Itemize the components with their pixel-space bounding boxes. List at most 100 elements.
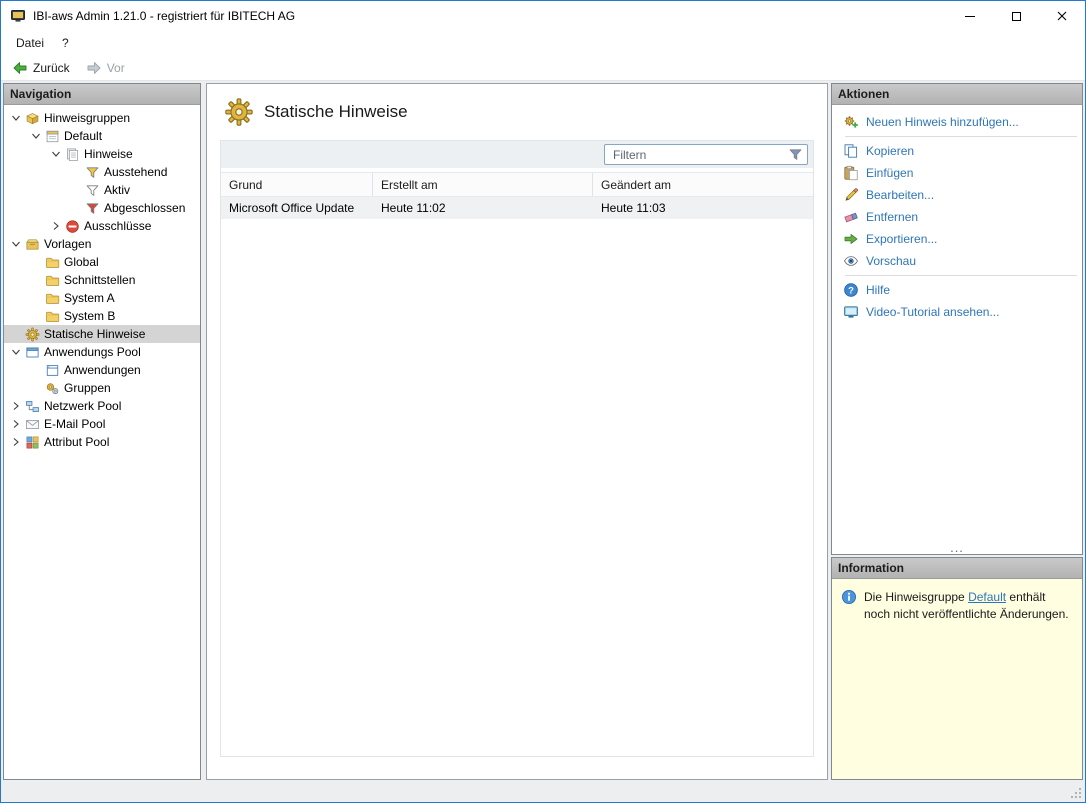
maximize-button[interactable] bbox=[993, 1, 1039, 31]
chevron-spacer bbox=[28, 380, 44, 396]
minimize-button[interactable] bbox=[947, 1, 993, 31]
cell-geaendert-am: Heute 11:03 bbox=[593, 201, 813, 215]
workspace: Navigation HinweisgruppenDefaultHinweise… bbox=[1, 81, 1085, 781]
default-group-link[interactable]: Default bbox=[968, 590, 1006, 604]
gear-icon bbox=[24, 326, 40, 342]
app-window: IBI-aws Admin 1.21.0 - registriert für I… bbox=[0, 0, 1086, 803]
action-label: Bearbeiten... bbox=[866, 188, 934, 202]
tree-item-e-mail-pool[interactable]: E-Mail Pool bbox=[4, 415, 200, 433]
menu-item-datei[interactable]: Datei bbox=[7, 31, 53, 55]
tree-item-statische-hinweise[interactable]: Statische Hinweise bbox=[4, 325, 200, 343]
notice-group-icon bbox=[24, 110, 40, 126]
tree-item-ausschluesse[interactable]: Ausschlüsse bbox=[4, 217, 200, 235]
chevron-right-icon[interactable] bbox=[8, 416, 24, 432]
chevron-down-icon[interactable] bbox=[8, 236, 24, 252]
action-einfuegen[interactable]: Einfügen bbox=[832, 162, 1082, 184]
action-entfernen[interactable]: Entfernen bbox=[832, 206, 1082, 228]
chevron-right-icon[interactable] bbox=[8, 398, 24, 414]
templates-icon bbox=[24, 236, 40, 252]
tree-item-ausstehend[interactable]: Ausstehend bbox=[4, 163, 200, 181]
paste-icon bbox=[843, 165, 859, 181]
tree-item-schnittstellen[interactable]: Schnittstellen bbox=[4, 271, 200, 289]
back-button-label: Zurück bbox=[33, 61, 70, 75]
funnel-yellow-icon bbox=[84, 164, 100, 180]
tree-item-label: Anwendungs Pool bbox=[44, 345, 141, 359]
action-video-tutorial-ansehen[interactable]: Video-Tutorial ansehen... bbox=[832, 301, 1082, 323]
tree-item-label: Schnittstellen bbox=[64, 273, 135, 287]
navigation-panel-header: Navigation bbox=[4, 84, 200, 105]
notices-listview: GrundErstellt amGeändert am Microsoft Of… bbox=[220, 140, 814, 757]
tree-item-aktiv[interactable]: Aktiv bbox=[4, 181, 200, 199]
action-vorschau[interactable]: Vorschau bbox=[832, 250, 1082, 272]
tree-item-label: Global bbox=[64, 255, 99, 269]
window-title: IBI-aws Admin 1.21.0 - registriert für I… bbox=[33, 9, 295, 23]
export-icon bbox=[843, 231, 859, 247]
tree-item-system-a[interactable]: System A bbox=[4, 289, 200, 307]
chevron-spacer bbox=[68, 182, 84, 198]
info-icon bbox=[841, 589, 857, 605]
tree-item-hinweise[interactable]: Hinweise bbox=[4, 145, 200, 163]
back-arrow-icon bbox=[12, 60, 28, 76]
action-exportieren[interactable]: Exportieren... bbox=[832, 228, 1082, 250]
preview-icon bbox=[843, 253, 859, 269]
chevron-spacer bbox=[8, 326, 24, 342]
column-header-erstellt-am[interactable]: Erstellt am bbox=[373, 173, 593, 196]
tree-item-hinweisgruppen[interactable]: Hinweisgruppen bbox=[4, 109, 200, 127]
chevron-down-icon[interactable] bbox=[28, 128, 44, 144]
notice-default-icon bbox=[44, 128, 60, 144]
main-panel: Statische Hinweise GrundErstellt amGeänd… bbox=[206, 83, 828, 780]
tree-item-system-b[interactable]: System B bbox=[4, 307, 200, 325]
actions-divider bbox=[845, 136, 1077, 137]
forward-arrow-icon bbox=[86, 60, 102, 76]
tree-item-default[interactable]: Default bbox=[4, 127, 200, 145]
tree-item-label: Vorlagen bbox=[44, 237, 91, 251]
filter-input[interactable] bbox=[604, 144, 808, 165]
action-label: Neuen Hinweis hinzufügen... bbox=[866, 115, 1019, 129]
information-message: Die Hinweisgruppe Default enthält noch n… bbox=[864, 589, 1073, 624]
chevron-down-icon[interactable] bbox=[48, 146, 64, 162]
column-header-geaendert-am[interactable]: Geändert am bbox=[593, 173, 813, 196]
tree-item-label: Attribut Pool bbox=[44, 435, 109, 449]
tree-item-abgeschlossen[interactable]: Abgeschlossen bbox=[4, 199, 200, 217]
chevron-spacer bbox=[28, 290, 44, 306]
menu-item-help[interactable]: ? bbox=[53, 31, 78, 55]
column-header-grund[interactable]: Grund bbox=[221, 173, 373, 196]
tree-item-global[interactable]: Global bbox=[4, 253, 200, 271]
navigation-tree: HinweisgruppenDefaultHinweiseAusstehendA… bbox=[4, 105, 200, 779]
attribute-icon bbox=[24, 434, 40, 450]
forward-button[interactable]: Vor bbox=[79, 58, 132, 78]
copy-icon bbox=[843, 143, 859, 159]
action-label: Entfernen bbox=[866, 210, 918, 224]
tree-item-label: Abgeschlossen bbox=[104, 201, 185, 215]
chevron-down-icon[interactable] bbox=[8, 344, 24, 360]
close-button[interactable] bbox=[1039, 1, 1085, 31]
network-icon bbox=[24, 398, 40, 414]
action-kopieren[interactable]: Kopieren bbox=[832, 140, 1082, 162]
video-icon bbox=[843, 304, 859, 320]
chevron-down-icon[interactable] bbox=[8, 110, 24, 126]
actions-panel-header: Aktionen bbox=[832, 84, 1082, 105]
cell-erstellt-am: Heute 11:02 bbox=[373, 201, 593, 215]
chevron-right-icon[interactable] bbox=[48, 218, 64, 234]
resize-grip[interactable] bbox=[1070, 787, 1082, 799]
folder-icon bbox=[44, 308, 60, 324]
tree-item-netzwerk-pool[interactable]: Netzwerk Pool bbox=[4, 397, 200, 415]
action-neuen-hinweis-hinzufuegen[interactable]: Neuen Hinweis hinzufügen... bbox=[832, 111, 1082, 133]
back-button[interactable]: Zurück bbox=[5, 58, 77, 78]
chevron-right-icon[interactable] bbox=[8, 434, 24, 450]
tree-item-anwendungs-pool[interactable]: Anwendungs Pool bbox=[4, 343, 200, 361]
tree-item-label: Hinweisgruppen bbox=[44, 111, 130, 125]
actions-panel: Aktionen Neuen Hinweis hinzufügen... Kopi… bbox=[831, 83, 1083, 555]
table-row[interactable]: Microsoft Office UpdateHeute 11:02Heute … bbox=[221, 197, 813, 219]
action-bearbeiten[interactable]: Bearbeiten... bbox=[832, 184, 1082, 206]
tree-item-vorlagen[interactable]: Vorlagen bbox=[4, 235, 200, 253]
tree-item-gruppen[interactable]: Gruppen bbox=[4, 379, 200, 397]
actions-panel-resize-grip[interactable]: ... bbox=[832, 544, 1082, 553]
tree-item-attribut-pool[interactable]: Attribut Pool bbox=[4, 433, 200, 451]
tree-item-anwendungen[interactable]: Anwendungen bbox=[4, 361, 200, 379]
filter-box bbox=[604, 144, 808, 165]
info-text-before: Die Hinweisgruppe bbox=[864, 590, 968, 604]
action-hilfe[interactable]: ?Hilfe bbox=[832, 279, 1082, 301]
folder-icon bbox=[44, 290, 60, 306]
filter-funnel-icon[interactable] bbox=[788, 147, 803, 162]
